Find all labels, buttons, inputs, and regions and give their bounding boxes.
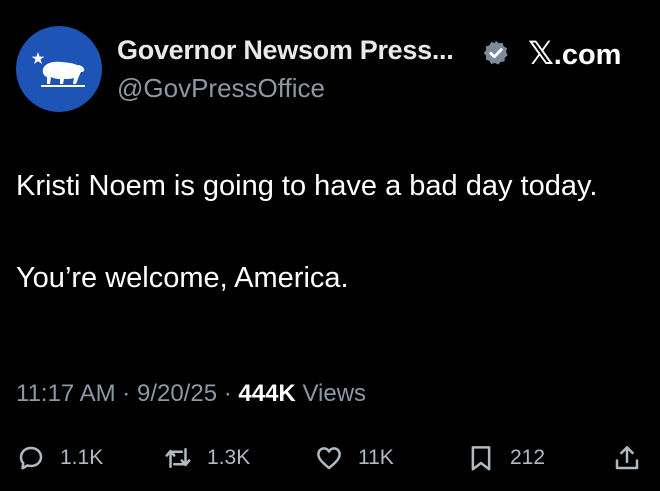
- display-name[interactable]: Governor Newsom Press...: [117, 35, 454, 66]
- share-icon: [615, 446, 639, 470]
- repost-button[interactable]: 1.3K: [163, 438, 250, 478]
- share-button[interactable]: [612, 438, 642, 478]
- reply-count: 1.1K: [60, 446, 104, 469]
- reply-button[interactable]: 1.1K: [16, 438, 103, 478]
- views-label: Views: [302, 380, 367, 407]
- meta-separator: ·: [223, 380, 232, 407]
- avatar[interactable]: [16, 26, 102, 112]
- like-button[interactable]: 11K: [314, 438, 394, 478]
- meta-separator: ·: [122, 380, 131, 407]
- user-handle[interactable]: @GovPressOffice: [117, 73, 325, 104]
- tweet-text-line-2: You’re welcome, America.: [16, 262, 349, 294]
- verified-badge-icon: [483, 40, 508, 65]
- action-bar: 1.1K 1.3K 11K 212: [0, 438, 660, 478]
- views-count: 444K: [238, 380, 296, 407]
- repost-icon: [165, 448, 191, 468]
- repost-count: 1.3K: [207, 446, 251, 469]
- tweet-time[interactable]: 11:17 AM: [16, 380, 116, 407]
- brand-suffix: .com: [553, 39, 622, 71]
- like-count: 11K: [358, 446, 394, 469]
- bookmark-button[interactable]: 212: [466, 438, 545, 478]
- reply-icon: [19, 446, 43, 470]
- bookmark-icon: [471, 446, 491, 471]
- x-com-brand: 𝕏 .com: [528, 34, 621, 72]
- tweet-text: Kristi Noem is going to have a bad day t…: [16, 166, 636, 298]
- heart-icon: [317, 447, 341, 470]
- california-bear-icon: [31, 52, 85, 87]
- tweet-meta: 11:17 AM · 9/20/25 · 444K Views: [16, 380, 366, 408]
- tweet-text-line-1: Kristi Noem is going to have a bad day t…: [16, 170, 598, 202]
- bookmark-count: 212: [510, 446, 546, 469]
- x-logo-icon: 𝕏: [528, 34, 554, 72]
- tweet-date[interactable]: 9/20/25: [137, 380, 217, 407]
